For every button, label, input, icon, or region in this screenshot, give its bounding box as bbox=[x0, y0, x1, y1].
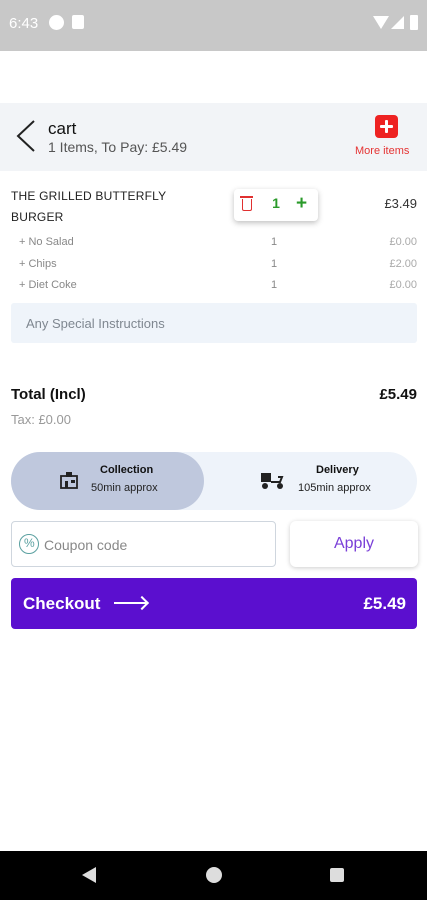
collection-title: Collection bbox=[100, 464, 154, 476]
increment-plus-icon[interactable]: + bbox=[296, 194, 307, 214]
modifier-price: £0.00 bbox=[389, 279, 417, 291]
item-price: £3.49 bbox=[384, 196, 417, 211]
nav-home-icon[interactable] bbox=[206, 867, 222, 883]
collection-option[interactable]: Collection 50min approx bbox=[11, 452, 204, 510]
add-more-items-icon[interactable] bbox=[375, 115, 398, 138]
total-value: £5.49 bbox=[379, 386, 417, 403]
modifier-name: + No Salad bbox=[19, 236, 74, 248]
coupon-field bbox=[11, 521, 276, 567]
more-items-link[interactable]: More items bbox=[355, 145, 409, 157]
battery-icon bbox=[410, 15, 418, 30]
checkout-amount: £5.49 bbox=[363, 594, 406, 613]
modifier-row: + Chips 1 £2.00 bbox=[0, 258, 427, 278]
sd-card-icon bbox=[72, 15, 84, 29]
delivery-title: Delivery bbox=[316, 464, 359, 476]
collection-store-icon bbox=[60, 472, 78, 489]
app-notification-icon bbox=[49, 15, 64, 30]
arrow-right-icon bbox=[114, 602, 146, 604]
special-instructions-field[interactable]: Any Special Instructions bbox=[11, 303, 417, 343]
order-type-toggle: Collection 50min approx Delivery 105min … bbox=[11, 452, 417, 510]
signal-icon bbox=[391, 16, 404, 29]
wifi-icon bbox=[373, 16, 389, 29]
modifier-qty: 1 bbox=[271, 258, 278, 270]
modifier-price: £0.00 bbox=[389, 236, 417, 248]
modifier-row: + No Salad 1 £0.00 bbox=[0, 236, 427, 256]
status-time: 6:43 bbox=[9, 15, 39, 32]
nav-recent-apps-icon[interactable] bbox=[330, 868, 344, 882]
apply-coupon-button[interactable]: Apply bbox=[290, 521, 418, 567]
back-arrow-icon[interactable] bbox=[14, 119, 38, 153]
cart-summary: 1 Items, To Pay: £5.49 bbox=[48, 139, 188, 155]
nav-back-icon[interactable] bbox=[82, 867, 96, 883]
total-label: Total (Incl) bbox=[11, 386, 86, 403]
discount-percent-icon bbox=[19, 534, 39, 554]
coupon-input[interactable] bbox=[44, 534, 269, 556]
modifier-qty: 1 bbox=[271, 236, 278, 248]
system-nav-bar bbox=[0, 851, 427, 900]
delivery-time: 105min approx bbox=[298, 482, 371, 494]
status-bar: 6:43 bbox=[0, 0, 427, 51]
tax-amount: Tax: £0.00 bbox=[11, 412, 71, 427]
collection-time: 50min approx bbox=[91, 482, 158, 494]
checkout-label: Checkout bbox=[23, 594, 101, 613]
checkout-button[interactable]: Checkout £5.49 bbox=[11, 578, 417, 629]
quantity-stepper: 1 + bbox=[234, 189, 318, 221]
modifier-row: + Diet Coke 1 £0.00 bbox=[0, 279, 427, 299]
modifier-name: + Diet Coke bbox=[19, 279, 77, 291]
modifier-name: + Chips bbox=[19, 258, 57, 270]
page-title: cart bbox=[48, 119, 77, 138]
modifier-qty: 1 bbox=[271, 279, 278, 291]
delivery-scooter-icon bbox=[261, 473, 284, 489]
special-instructions-placeholder: Any Special Instructions bbox=[26, 316, 165, 331]
item-name: THE GRILLED BUTTERFLY BURGER bbox=[11, 189, 167, 224]
modifier-price: £2.00 bbox=[389, 258, 417, 270]
delivery-option[interactable]: Delivery 105min approx bbox=[204, 452, 417, 510]
